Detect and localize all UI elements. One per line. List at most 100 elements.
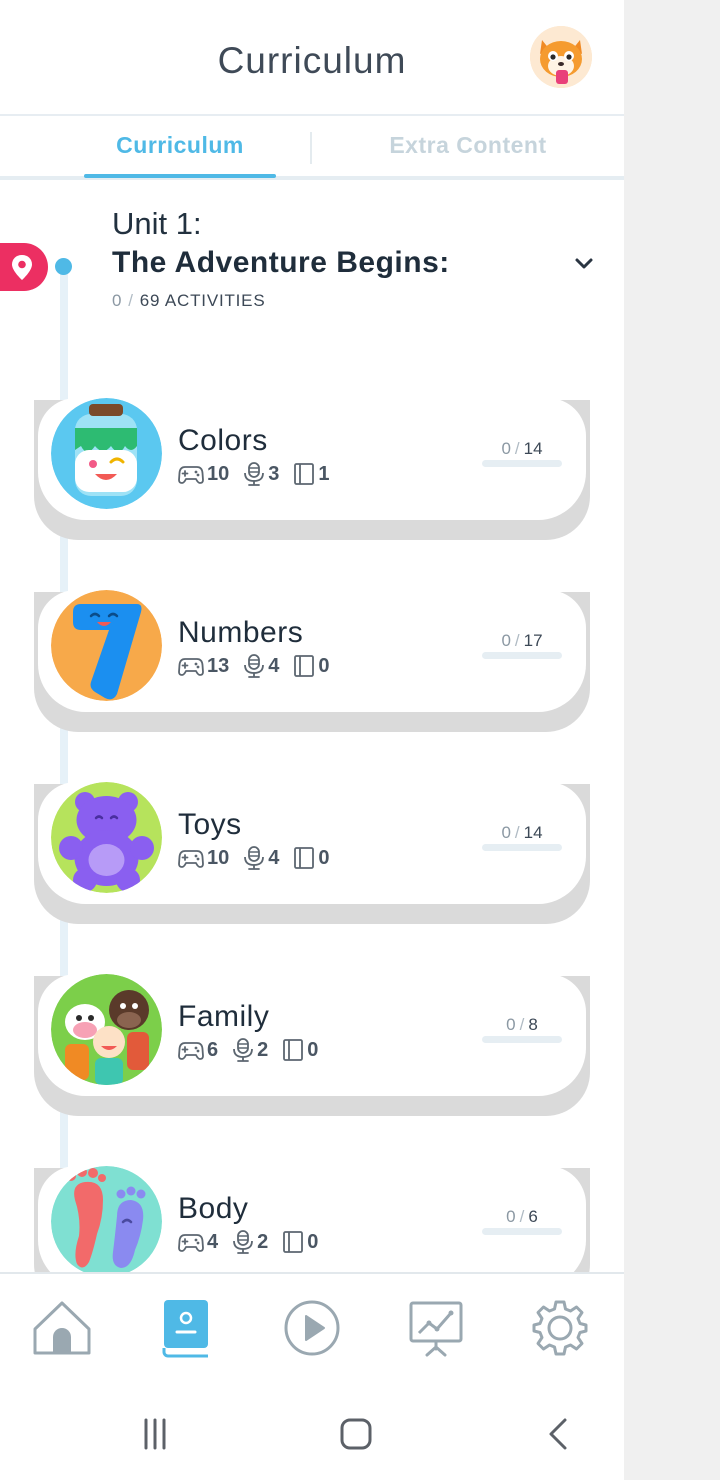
lesson-progress-done: 0 [506,1207,516,1226]
home-square-icon [340,1418,372,1450]
nav-progress[interactable] [396,1288,476,1368]
book-icon [294,463,315,485]
speaking-count-value: 2 [257,1230,269,1253]
games-count-value: 10 [207,462,230,485]
current-location-marker [0,243,48,291]
gamepad-icon [178,850,204,868]
nav-curriculum[interactable] [146,1288,226,1368]
teddy-bear-icon [51,782,162,893]
lesson-progress-bar [482,1036,562,1043]
back-button[interactable] [536,1412,580,1456]
reading-count: 0 [293,654,330,678]
games-count-value: 6 [207,1038,219,1061]
tab-divider [310,132,312,164]
lesson-progress-done: 0 [506,1015,516,1034]
nav-settings[interactable] [520,1288,600,1368]
games-count: 10 [178,462,229,486]
lesson-progress-text: 0/6 [506,1207,538,1226]
lesson-progress-total: 14 [523,823,543,842]
app-screen: Curriculum Curriculum Extra Content Unit… [0,0,624,1480]
microphone-icon [233,1230,254,1254]
reading-count-value: 0 [318,654,330,677]
profile-avatar[interactable] [530,26,592,88]
book-icon [283,1231,304,1253]
lesson-stats: 10 3 1 [178,461,344,487]
lesson-progress-text: 0/14 [501,439,543,458]
reading-count-value: 0 [307,1230,319,1253]
lesson-progress-bar [482,460,562,467]
fox-avatar-icon [530,26,592,88]
lesson-title: Family [178,1000,270,1033]
lesson-progress-done: 0 [501,631,511,650]
lesson-progress-total: 6 [528,1207,538,1226]
number-seven-icon [51,590,162,701]
microphone-icon [244,846,265,870]
numbers-thumbnail [51,590,162,701]
back-chevron-icon [549,1418,567,1450]
speaking-count: 3 [243,461,279,487]
lesson-progress-done: 0 [501,439,511,458]
home-button[interactable] [334,1412,378,1456]
lesson-stats: 13 4 0 [178,653,344,679]
microphone-icon [244,654,265,678]
lesson-stats: 6 2 0 [178,1037,332,1063]
system-navigation-bar [0,1384,624,1480]
lesson-stats: 4 2 0 [178,1229,332,1255]
speaking-count-value: 3 [268,462,280,485]
reading-count: 0 [282,1038,318,1062]
reading-count-value: 1 [318,462,330,485]
recent-apps-button[interactable] [133,1412,177,1456]
games-count: 13 [178,654,229,678]
nav-play[interactable] [272,1288,352,1368]
lesson-progress-total: 17 [523,631,543,650]
lesson-title: Numbers [178,616,304,649]
speaking-count-value: 4 [268,654,280,677]
play-icon [284,1300,340,1356]
curriculum-book-icon [162,1300,208,1358]
games-count: 10 [178,846,229,870]
location-pin-icon [12,255,32,280]
gamepad-icon [178,1234,204,1252]
speaking-count: 2 [232,1037,268,1063]
active-tab-indicator [84,174,276,178]
colors-thumbnail [51,398,162,509]
settings-gear-icon [532,1300,588,1356]
chevron-down-icon[interactable] [572,252,596,276]
recent-apps-icon [144,1418,166,1450]
lesson-progress-total: 8 [528,1015,538,1034]
tab-curriculum[interactable]: Curriculum [84,132,276,159]
speaking-count: 2 [232,1229,268,1255]
feet-icon [51,1166,162,1277]
family-thumbnail [51,974,162,1085]
lesson-progress-bar [482,652,562,659]
lesson-progress-bar [482,844,562,851]
gamepad-icon [178,466,204,484]
body-thumbnail [51,1166,162,1277]
toys-thumbnail [51,782,162,893]
content-tabs: Curriculum Extra Content [0,116,624,180]
speaking-count-value: 4 [268,846,280,869]
timeline-dot [55,258,72,275]
speaking-count: 4 [243,653,279,679]
reading-count: 0 [282,1230,318,1254]
games-count-value: 13 [207,654,230,677]
home-icon [33,1301,91,1355]
tab-extra-content[interactable]: Extra Content [340,132,596,159]
nav-home[interactable] [22,1288,102,1368]
reading-count: 0 [293,846,330,870]
lesson-progress-total: 14 [523,439,543,458]
microphone-icon [244,462,265,486]
unit-name[interactable]: The Adventure Begins: [112,246,450,280]
reading-count: 1 [293,462,330,486]
speaking-count: 4 [243,845,279,871]
games-count-value: 4 [207,1230,219,1253]
games-count: 6 [178,1038,218,1062]
reading-count-value: 0 [318,846,330,869]
animal-family-icon [51,974,162,1085]
book-icon [283,1039,304,1061]
lesson-progress-text: 0/17 [501,631,543,650]
lesson-title: Body [178,1192,249,1225]
lesson-progress-bar [482,1228,562,1235]
lesson-stats: 10 4 0 [178,845,344,871]
book-icon [294,655,315,677]
